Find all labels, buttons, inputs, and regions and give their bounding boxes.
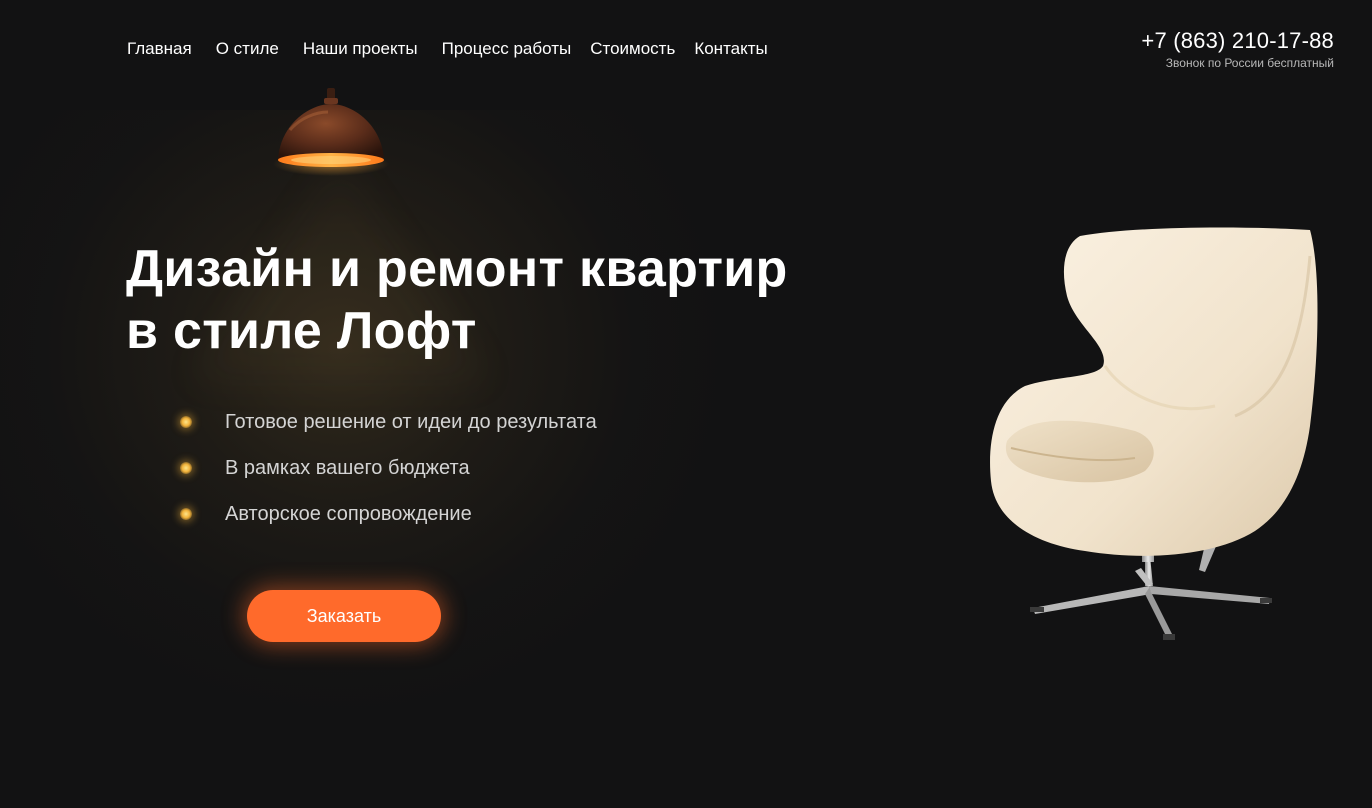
pendant-lamp-icon [273, 88, 389, 176]
nav-item-pricing[interactable]: Стоимость [590, 38, 675, 60]
phone-note: Звонок по России бесплатный [1165, 56, 1334, 70]
nav-item-projects[interactable]: Наши проекты [303, 38, 418, 60]
nav-item-work-process[interactable]: Процесс работы [442, 38, 572, 60]
landing-page: Главная О стиле Наши проекты Процесс раб… [0, 0, 1372, 808]
hero-title-line-2: в стиле Лофт [126, 302, 477, 360]
contact-block: +7 (863) 210-17-88 Звонок по России бесп… [1141, 28, 1334, 71]
list-item: Авторское сопровождение [180, 496, 597, 532]
egg-chair-icon [990, 227, 1318, 640]
bullet-dot-icon [180, 416, 192, 428]
hero-title: Дизайн и ремонт квартир в стиле Лофт [126, 238, 788, 362]
list-item: Готовое решение от идеи до результата [180, 404, 597, 440]
bullet-dot-icon [180, 462, 192, 474]
list-item: В рамках вашего бюджета [180, 450, 597, 486]
order-button[interactable]: Заказать [247, 590, 441, 642]
hero-title-line-1: Дизайн и ремонт квартир [126, 240, 788, 298]
feature-text: Авторское сопровождение [225, 503, 472, 525]
nav-item-about-style[interactable]: О стиле [216, 38, 279, 60]
phone-link[interactable]: +7 (863) 210-17-88 [1141, 28, 1334, 54]
feature-list: Готовое решение от идеи до результата В … [180, 404, 597, 542]
nav-item-contacts[interactable]: Контакты [694, 38, 767, 60]
nav-item-home[interactable]: Главная [127, 38, 192, 60]
bullet-dot-icon [180, 508, 192, 520]
main-navigation: Главная О стиле Наши проекты Процесс раб… [127, 38, 768, 60]
feature-text: В рамках вашего бюджета [225, 457, 470, 479]
feature-text: Готовое решение от идеи до результата [225, 411, 597, 433]
